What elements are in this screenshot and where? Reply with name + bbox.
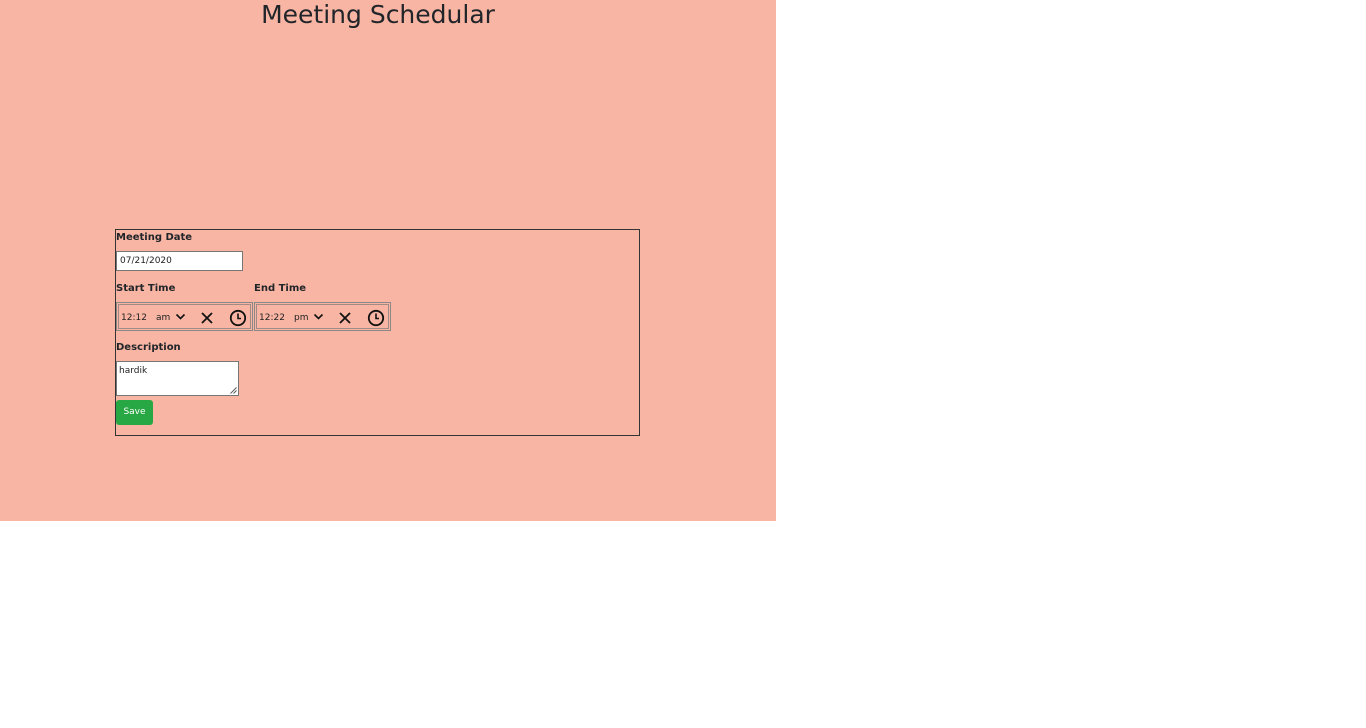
end-time-period[interactable]: pm bbox=[294, 313, 308, 324]
meeting-form: Meeting Date 07/21/2020 Start Time 12:12… bbox=[115, 229, 640, 436]
description-textarea[interactable]: hardik bbox=[116, 361, 239, 396]
chevron-down-icon[interactable] bbox=[175, 312, 186, 321]
description-label: Description bbox=[116, 342, 181, 353]
clock-icon[interactable] bbox=[229, 309, 247, 327]
start-time-period[interactable]: am bbox=[156, 313, 170, 324]
start-time-value[interactable]: 12:12 bbox=[121, 313, 147, 324]
clock-icon[interactable] bbox=[367, 309, 385, 327]
start-time-picker[interactable]: 12:12 am bbox=[116, 302, 253, 331]
clear-icon[interactable] bbox=[338, 311, 352, 325]
end-time-picker[interactable]: 12:22 pm bbox=[254, 302, 391, 331]
end-time-value[interactable]: 12:22 bbox=[259, 313, 285, 324]
description-text: hardik bbox=[119, 366, 148, 376]
resize-grip-icon[interactable] bbox=[230, 387, 237, 394]
start-time-inner: 12:12 am bbox=[118, 304, 251, 329]
meeting-date-label: Meeting Date bbox=[116, 232, 193, 243]
start-time-label: Start Time bbox=[116, 283, 176, 294]
app-container: Meeting Schedular Meeting Date 07/21/202… bbox=[0, 0, 776, 521]
meeting-date-input[interactable]: 07/21/2020 bbox=[116, 251, 243, 271]
save-button[interactable]: Save bbox=[116, 400, 153, 425]
end-time-label: End Time bbox=[254, 283, 307, 294]
end-time-inner: 12:22 pm bbox=[256, 304, 389, 329]
page-title: Meeting Schedular bbox=[261, 0, 495, 29]
clear-icon[interactable] bbox=[200, 311, 214, 325]
chevron-down-icon[interactable] bbox=[313, 312, 324, 321]
